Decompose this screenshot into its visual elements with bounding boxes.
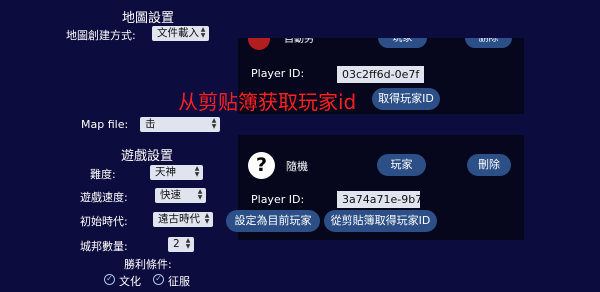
map-file-value: 击 xyxy=(145,118,156,130)
map-creation-value: 文件載入 xyxy=(157,27,199,39)
speed-select[interactable]: 快速 ▲ ▼ xyxy=(155,188,206,203)
select-arrows-icon: ▲ ▼ xyxy=(185,237,191,250)
difficulty-select[interactable]: 天神 ▲ ▼ xyxy=(150,165,203,180)
victory-conquest-label: 征服 xyxy=(168,275,190,288)
paste-player-id-button-top[interactable]: 取得玩家ID xyxy=(372,88,440,110)
player-id-label-top: Player ID: xyxy=(251,67,305,80)
civ-name-bottom: 隨機 xyxy=(286,160,308,173)
difficulty-label: 難度: xyxy=(90,168,116,181)
game-settings-title: 遊戲設置 xyxy=(121,149,174,164)
remove-button-bottom[interactable]: 刪除 xyxy=(467,154,511,176)
era-label: 初始時代: xyxy=(80,215,128,228)
player-id-field-top[interactable]: 03c2ff6d-0e7f xyxy=(337,66,424,83)
player-id-label-bottom: Player ID: xyxy=(251,193,305,206)
map-settings-title: 地圖設置 xyxy=(122,11,175,26)
era-value: 遠古時代 xyxy=(158,213,200,225)
overlay-annotation: 从剪贴簿获取玩家id xyxy=(178,90,357,114)
difficulty-value: 天神 xyxy=(155,166,176,178)
speed-value: 快速 xyxy=(160,189,181,201)
map-creation-select[interactable]: 文件載入 ▲ ▼ xyxy=(152,26,209,41)
victory-culture-label: 文化 xyxy=(119,275,141,288)
select-arrows-icon: ▲ ▼ xyxy=(200,26,206,39)
map-creation-label: 地圖創建方式: xyxy=(66,29,136,42)
era-select[interactable]: 遠古時代 ▲ ▼ xyxy=(153,212,213,227)
city-states-select[interactable]: 2 ▲ ▼ xyxy=(168,237,194,252)
victory-culture-checkbox[interactable]: ✓ xyxy=(104,274,115,285)
remove-button-top[interactable]: 删除 xyxy=(465,38,512,48)
city-states-label: 城邦數量: xyxy=(80,240,128,253)
city-states-value: 2 xyxy=(173,238,180,250)
paste-player-id-button-bottom[interactable]: 從剪貼簿取得玩家ID xyxy=(324,210,437,232)
player-button-bottom[interactable]: 玩家 xyxy=(377,154,426,176)
speed-label: 遊戲速度: xyxy=(80,191,128,204)
select-arrows-icon: ▲ ▼ xyxy=(194,165,200,178)
select-arrows-icon: ▲ ▼ xyxy=(204,212,210,225)
player-button-top[interactable]: 玩家 xyxy=(378,38,427,48)
select-arrows-icon: ▲ ▼ xyxy=(211,117,217,130)
map-file-label: Map file: xyxy=(81,118,129,131)
civ-name-top: 自動另 xyxy=(284,38,314,45)
victory-conquest-checkbox[interactable]: ✓ xyxy=(153,274,164,285)
select-arrows-icon: ▲ ▼ xyxy=(197,188,203,201)
player-id-field-bottom[interactable]: 3a74a71e-9b7 xyxy=(337,191,420,208)
map-file-select[interactable]: 击 ▲ ▼ xyxy=(140,117,220,132)
victory-label: 勝利條件: xyxy=(124,258,172,271)
random-civ-icon[interactable]: ? xyxy=(248,152,275,179)
set-current-player-button[interactable]: 設定為目前玩家 xyxy=(226,210,320,232)
